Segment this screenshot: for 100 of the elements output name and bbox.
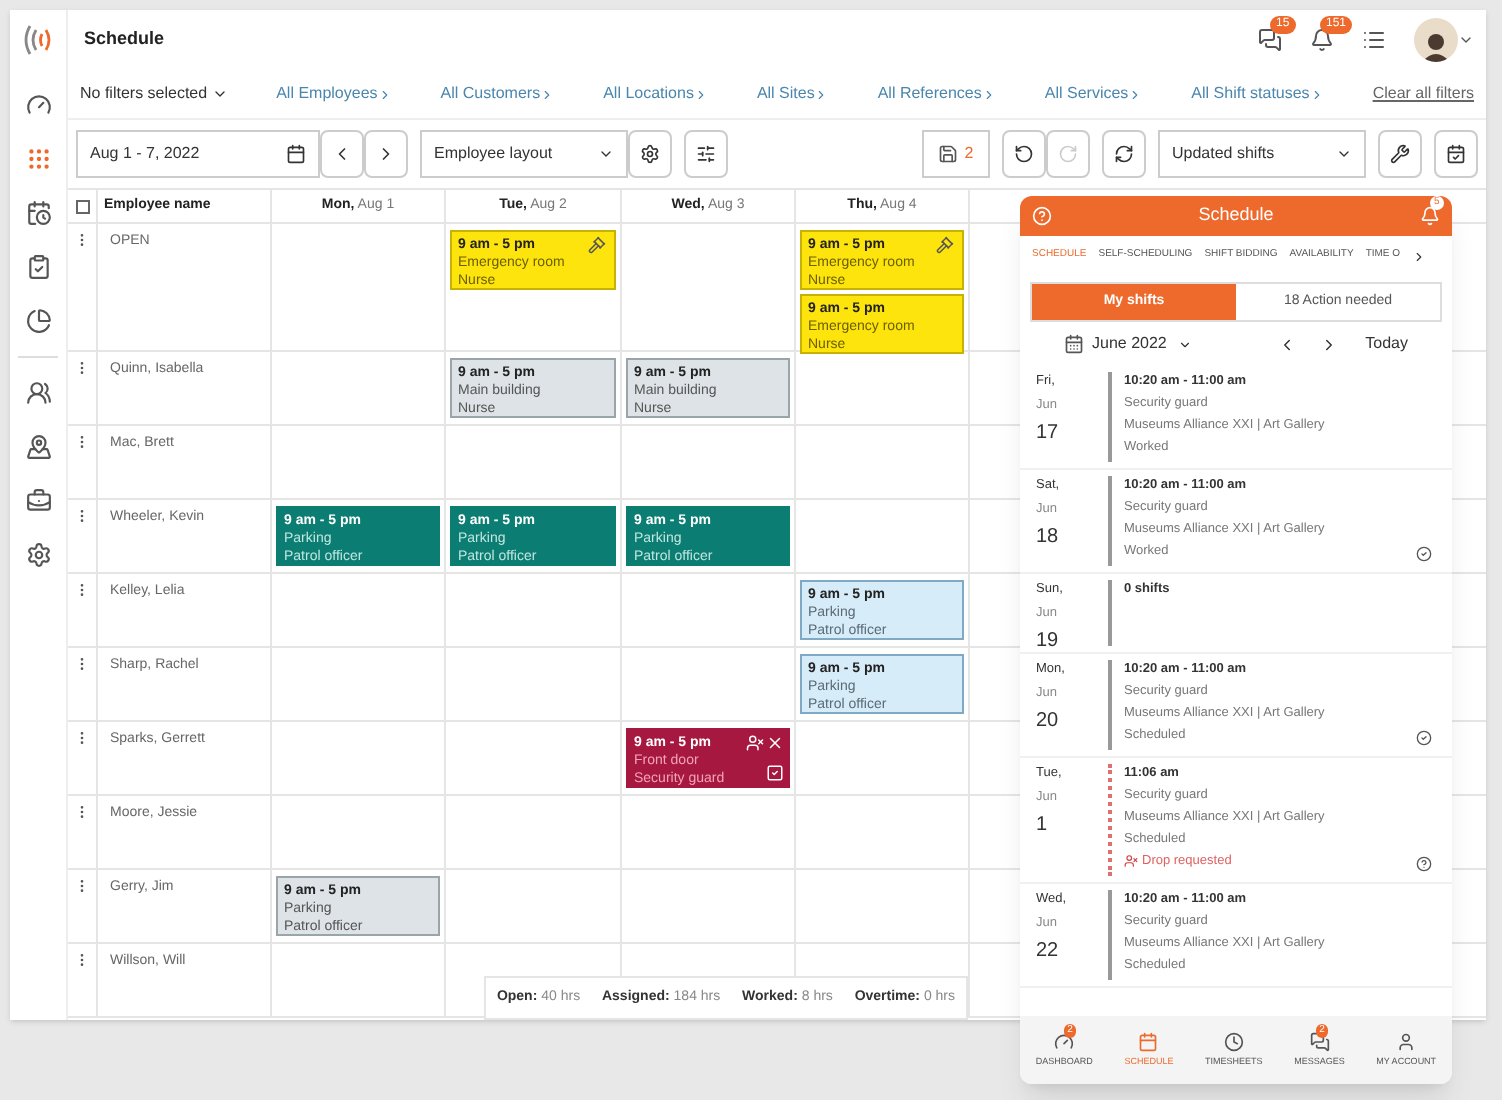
schedule-cell[interactable] <box>446 870 622 944</box>
day-number: 20 <box>1036 707 1059 735</box>
schedule-cell[interactable] <box>446 648 622 722</box>
clipboard-check-icon <box>25 254 51 280</box>
redo-icon <box>1058 144 1078 164</box>
sliders-icon <box>696 144 716 164</box>
schedule-cell[interactable] <box>622 574 796 648</box>
checkbox[interactable] <box>766 764 784 782</box>
caret-icon <box>377 87 392 101</box>
day-number: 17 <box>1036 419 1059 447</box>
gauge-icon <box>25 92 51 118</box>
chevron-right-icon[interactable] <box>1412 249 1427 263</box>
day-number: 1 <box>1036 811 1048 839</box>
schedule-cell[interactable] <box>622 870 796 944</box>
layout-select[interactable]: Employee layout <box>420 130 628 178</box>
caret-icon <box>598 146 614 162</box>
settings-icon <box>640 144 660 164</box>
sliders-button[interactable] <box>684 130 728 178</box>
schedule-cell[interactable] <box>446 574 622 648</box>
view-select[interactable]: Updated shifts <box>1158 130 1366 178</box>
schedule-cell[interactable] <box>796 870 970 944</box>
close-icon[interactable] <box>766 734 784 752</box>
day-number: 22 <box>1036 937 1059 965</box>
schedule-cell[interactable] <box>622 796 796 870</box>
filter-link[interactable]: All Employees <box>276 82 392 106</box>
logo-icon <box>22 22 54 58</box>
date-range-text: Aug 1 - 7, 2022 <box>90 142 200 166</box>
schedule-cell[interactable] <box>446 796 622 870</box>
user-remove-icon[interactable] <box>746 734 764 752</box>
filter-link[interactable]: All Sites <box>756 82 829 106</box>
settings-icon <box>25 542 51 568</box>
chat-icon[interactable] <box>1258 28 1282 52</box>
caret-icon <box>693 87 708 101</box>
schedule-cell[interactable] <box>622 224 796 352</box>
map-icon <box>25 434 51 460</box>
schedule-cell[interactable] <box>272 648 446 722</box>
chat-icon <box>1309 1031 1330 1052</box>
undo-button[interactable] <box>1002 130 1046 178</box>
filter-link[interactable]: All Customers <box>440 82 555 106</box>
schedule-cell[interactable] <box>796 500 970 574</box>
caret-icon[interactable] <box>1458 32 1474 48</box>
select-all-checkbox[interactable] <box>75 199 89 213</box>
schedule-cell[interactable] <box>272 944 446 1018</box>
tools-button[interactable] <box>1378 130 1422 178</box>
grid-icon <box>25 146 51 172</box>
user-icon <box>1396 1031 1417 1052</box>
calendar-icon <box>1138 1031 1159 1052</box>
filter-dropdown[interactable]: No filters selected <box>80 82 228 106</box>
schedule-cell[interactable] <box>622 426 796 500</box>
date-range-field[interactable]: Aug 1 - 7, 2022 <box>76 130 320 178</box>
schedule-cell[interactable] <box>272 224 446 352</box>
calendar-icon <box>1064 334 1084 354</box>
today-button[interactable]: Today <box>1365 332 1408 356</box>
refresh-button[interactable] <box>1102 130 1146 178</box>
schedule-cell[interactable] <box>446 426 622 500</box>
calendar-icon <box>286 144 306 164</box>
panel-title: Schedule <box>1198 202 1274 229</box>
schedule-cell[interactable] <box>446 722 622 796</box>
clock-icon <box>1223 1031 1244 1052</box>
settings-button[interactable] <box>628 130 672 178</box>
undo-icon <box>1014 144 1034 164</box>
calendar-button[interactable] <box>1434 130 1478 178</box>
help-icon[interactable] <box>1032 206 1052 226</box>
schedule-cell[interactable] <box>796 352 970 426</box>
filter-link[interactable]: All References <box>877 82 996 106</box>
schedule-cell[interactable] <box>272 722 446 796</box>
schedule-cell[interactable] <box>796 796 970 870</box>
calendar-clock-icon <box>25 200 51 226</box>
schedule-cell[interactable] <box>272 574 446 648</box>
briefcase-icon <box>25 488 51 514</box>
refresh-icon <box>1114 144 1134 164</box>
caret-icon <box>1128 87 1143 101</box>
day-number: 19 <box>1036 627 1059 655</box>
wrench-icon <box>1390 144 1410 164</box>
filter-link[interactable]: All Shift statuses <box>1191 82 1324 106</box>
caret-icon <box>1336 146 1352 162</box>
clear-filters-link[interactable]: Clear all filters <box>1372 82 1474 106</box>
schedule-cell[interactable] <box>622 648 796 722</box>
filter-link[interactable]: All Services <box>1044 82 1143 106</box>
caret-icon <box>540 87 555 101</box>
bell-icon[interactable] <box>1310 28 1334 52</box>
day-number: 18 <box>1036 523 1059 551</box>
page-title: Schedule <box>84 26 167 53</box>
schedule-cell[interactable] <box>272 796 446 870</box>
caret-icon <box>981 87 996 101</box>
filter-link[interactable]: All Locations <box>603 82 708 106</box>
month-dropdown[interactable]: June 2022 <box>1092 332 1193 356</box>
schedule-cell[interactable] <box>796 426 970 500</box>
schedule-cell[interactable] <box>796 722 970 796</box>
caret-icon <box>211 86 228 102</box>
user-remove-icon <box>1124 854 1138 869</box>
bell-icon[interactable] <box>1420 206 1440 226</box>
calendar-check-icon <box>1446 144 1466 164</box>
caret-icon <box>814 87 829 101</box>
schedule-cell[interactable] <box>272 352 446 426</box>
caret-icon <box>1309 87 1324 101</box>
save-icon <box>938 144 959 164</box>
caret-icon <box>1178 337 1193 351</box>
schedule-cell[interactable] <box>272 426 446 500</box>
avatar[interactable] <box>1414 18 1458 62</box>
